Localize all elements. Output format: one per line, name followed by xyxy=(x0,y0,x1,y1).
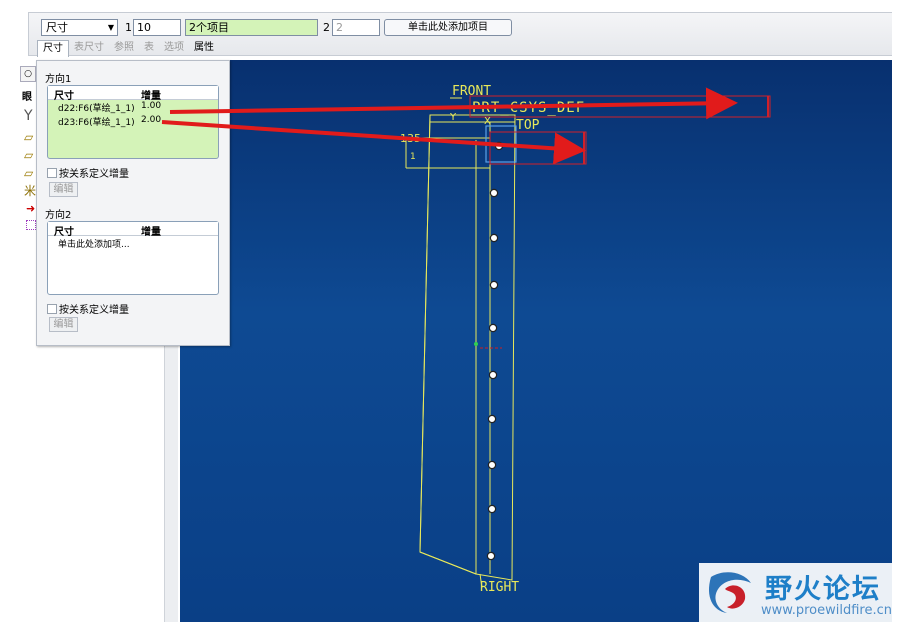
table-row[interactable]: d22:F6(草绘_1_1) 1.00 xyxy=(48,100,218,114)
direction1-edit-button[interactable]: 编辑 xyxy=(49,182,78,197)
type-dropdown-value: 尺寸 xyxy=(46,21,68,34)
tree-header: 眼 xyxy=(22,92,32,103)
direction1-items-field[interactable]: 2个项目 xyxy=(185,19,318,36)
row-increment[interactable]: 2.00 xyxy=(141,115,161,125)
chevron-down-icon: ▼ xyxy=(107,23,114,32)
top-datum-label: TOP xyxy=(516,118,540,133)
direction1-count-input[interactable]: 10 xyxy=(133,19,181,36)
dimension-small-label: 1 xyxy=(410,152,416,162)
table-row[interactable]: d23:F6(草绘_1_1) 2.00 xyxy=(48,114,218,128)
pattern-icon[interactable] xyxy=(26,220,36,230)
checkbox[interactable] xyxy=(47,167,57,178)
tree-y-glyph: Y xyxy=(24,108,33,124)
csys-y-label: Y xyxy=(450,112,457,123)
dashboard-tabs: 尺寸 表尺寸 参照 表 选项 属性 xyxy=(37,40,219,57)
hole xyxy=(488,323,498,333)
hole xyxy=(489,188,499,198)
forum-watermark: 野火论坛 www.proewildfire.cn xyxy=(699,563,892,622)
tab-properties[interactable]: 属性 xyxy=(189,40,219,57)
origin-marker xyxy=(474,342,478,346)
tab-dimensions[interactable]: 尺寸 xyxy=(37,40,69,57)
direction2-label: 2 xyxy=(323,21,330,34)
direction1-table-header: 尺寸 增量 xyxy=(48,86,218,102)
dimensions-panel: 方向1 尺寸 增量 d22:F6(草绘_1_1) 1.00 d23:F6(草绘_… xyxy=(36,60,230,346)
tab-references[interactable]: 参照 xyxy=(109,40,139,57)
hole xyxy=(494,141,504,151)
hole xyxy=(486,551,496,561)
hole xyxy=(487,414,497,424)
direction1-title: 方向1 xyxy=(45,74,72,85)
row-dimension: d22:F6(草绘_1_1) xyxy=(58,104,135,114)
type-dropdown[interactable]: 尺寸 ▼ xyxy=(41,19,118,36)
direction1-table: 尺寸 增量 d22:F6(草绘_1_1) 1.00 d23:F6(草绘_1_1)… xyxy=(47,85,219,159)
datum-plane-icon[interactable]: ▱ xyxy=(24,166,33,180)
direction2-edit-button[interactable]: 编辑 xyxy=(49,317,78,332)
dimension-value-label: 135 xyxy=(400,132,421,145)
checkbox-label: 按关系定义增量 xyxy=(59,305,129,316)
hole xyxy=(487,460,497,470)
tab-table[interactable]: 表 xyxy=(139,40,159,57)
tree-tab-icon[interactable]: ○ xyxy=(20,66,36,82)
dimension-box-2 xyxy=(489,131,587,165)
checkbox[interactable] xyxy=(47,303,57,314)
direction1-label: 1 xyxy=(125,21,132,34)
direction2-title: 方向2 xyxy=(45,210,72,221)
tab-options[interactable]: 选项 xyxy=(159,40,189,57)
row-increment[interactable]: 1.00 xyxy=(141,101,161,111)
hole xyxy=(489,233,499,243)
forum-url: www.proewildfire.cn xyxy=(761,603,892,618)
forum-logo xyxy=(708,572,751,613)
csys-icon[interactable]: 米 xyxy=(24,182,36,199)
hole xyxy=(489,280,499,290)
csys-x-label: X xyxy=(484,116,491,127)
direction2-table-header: 尺寸 增量 xyxy=(48,222,218,238)
add-item-placeholder: 单击此处添加项... xyxy=(58,240,130,250)
direction1-relation-option[interactable]: 按关系定义增量 xyxy=(47,165,129,180)
datum-plane-icon[interactable]: ▱ xyxy=(24,148,33,162)
direction2-relation-option[interactable]: 按关系定义增量 xyxy=(47,301,129,316)
tab-table-dimensions[interactable]: 表尺寸 xyxy=(69,40,109,57)
graphics-viewport[interactable]: FRONT PRT_CSYS_DEF TOP Y X 135 1 RIGHT xyxy=(180,60,892,622)
model-drawing xyxy=(405,95,771,589)
hole xyxy=(487,504,497,514)
add-item-button[interactable]: 单击此处添加项目 xyxy=(384,19,512,36)
front-datum-label: FRONT xyxy=(452,84,492,99)
direction2-table: 尺寸 增量 单击此处添加项... xyxy=(47,221,219,295)
right-datum-label: RIGHT xyxy=(480,580,520,595)
checkbox-label: 按关系定义增量 xyxy=(59,169,129,180)
insert-here-icon[interactable]: ➜ xyxy=(26,202,35,215)
part-edge xyxy=(419,551,477,575)
dashboard-toolbar: 尺寸 ▼ 1 10 2个项目 2 2 单击此处添加项目 尺寸 表尺寸 参照 表 … xyxy=(28,12,892,57)
forum-name: 野火论坛 xyxy=(765,574,881,605)
csys-label: PRT_CSYS_DEF xyxy=(472,100,586,116)
datum-plane-icon[interactable]: ▱ xyxy=(24,130,33,144)
add-item-row[interactable]: 单击此处添加项... xyxy=(48,236,218,250)
part-edge xyxy=(419,114,431,553)
hole xyxy=(488,370,498,380)
direction2-count-input[interactable]: 2 xyxy=(332,19,380,36)
row-dimension: d23:F6(草绘_1_1) xyxy=(58,118,135,128)
